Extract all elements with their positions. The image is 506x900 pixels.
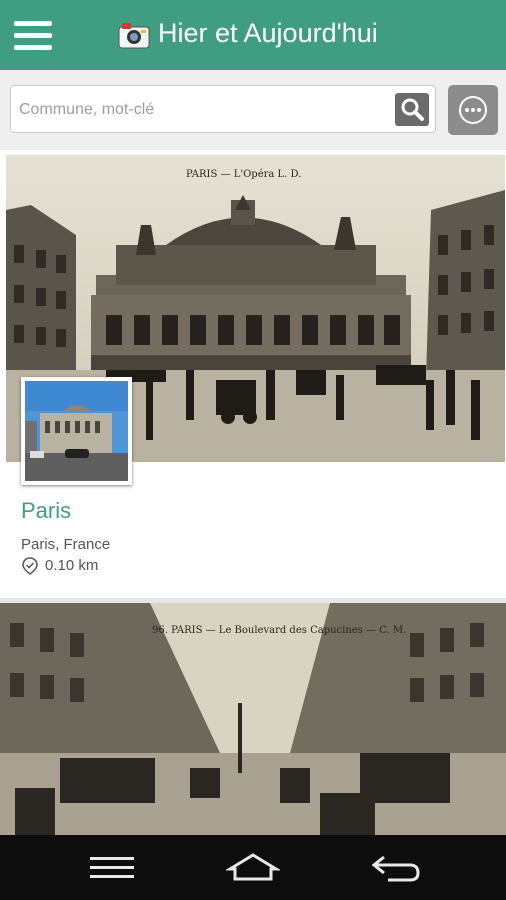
search-input[interactable] <box>17 94 391 126</box>
search-row <box>0 70 506 150</box>
place-distance: 0.10 km <box>45 557 99 574</box>
camera-logo-icon <box>118 23 150 49</box>
historic-photo-capucines[interactable]: 96. PARIS — Le Boulevard des Capucines —… <box>0 603 506 835</box>
nav-home-icon[interactable] <box>226 849 280 885</box>
place-card[interactable]: PARIS — L'Opéra L. D. Paris Paris, Franc… <box>0 150 506 598</box>
search-button[interactable] <box>395 93 429 126</box>
photo-caption: PARIS — L'Opéra L. D. <box>186 169 301 180</box>
menu-icon[interactable] <box>14 20 52 52</box>
nav-menu-icon[interactable] <box>88 849 136 885</box>
location-check-icon <box>22 557 38 575</box>
system-nav-bar <box>0 835 506 900</box>
app-bar: Hier et Aujourd'hui <box>0 0 506 70</box>
more-options-button[interactable] <box>448 85 498 135</box>
photo-caption-2: 96. PARIS — Le Boulevard des Capucines —… <box>152 625 406 636</box>
search-box <box>10 85 436 133</box>
more-icon <box>459 96 487 124</box>
place-name[interactable]: Paris <box>21 498 71 524</box>
modern-photo-thumbnail[interactable] <box>21 377 132 485</box>
nav-back-icon[interactable] <box>370 849 422 885</box>
app-title: Hier et Aujourd'hui <box>158 18 378 48</box>
search-icon <box>401 98 424 121</box>
place-location: Paris, France <box>21 536 111 553</box>
